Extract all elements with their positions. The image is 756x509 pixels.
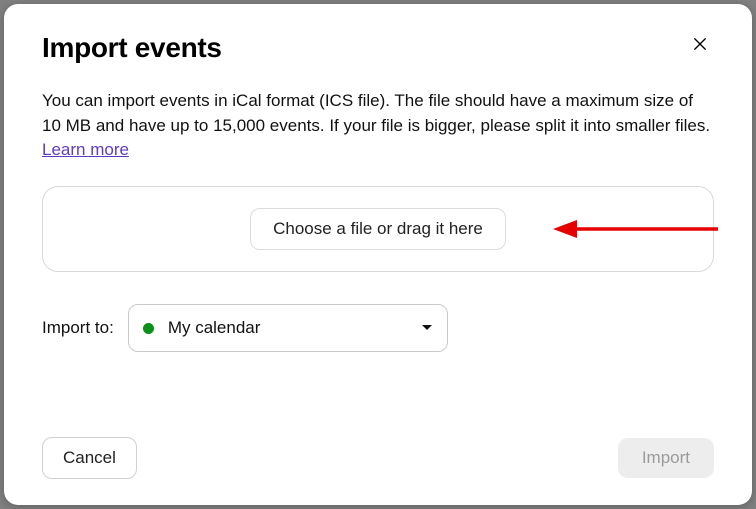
import-events-modal: Import events You can import events in i… — [4, 4, 752, 505]
import-to-row: Import to: My calendar — [42, 304, 714, 352]
chevron-down-icon — [421, 319, 433, 337]
annotation-arrow — [553, 214, 723, 244]
modal-header: Import events — [42, 32, 714, 64]
calendar-select[interactable]: My calendar — [128, 304, 448, 352]
learn-more-link[interactable]: Learn more — [42, 140, 714, 160]
modal-footer: Cancel Import — [42, 401, 714, 479]
close-icon — [691, 35, 709, 53]
modal-title: Import events — [42, 32, 222, 64]
choose-file-button[interactable]: Choose a file or drag it here — [250, 208, 506, 250]
file-dropzone[interactable]: Choose a file or drag it here — [42, 186, 714, 272]
calendar-color-dot — [143, 323, 154, 334]
calendar-selected-name: My calendar — [168, 318, 413, 338]
close-button[interactable] — [686, 30, 714, 58]
import-button[interactable]: Import — [618, 438, 714, 478]
import-to-label: Import to: — [42, 318, 114, 338]
modal-description: You can import events in iCal format (IC… — [42, 88, 714, 138]
cancel-button[interactable]: Cancel — [42, 437, 137, 479]
